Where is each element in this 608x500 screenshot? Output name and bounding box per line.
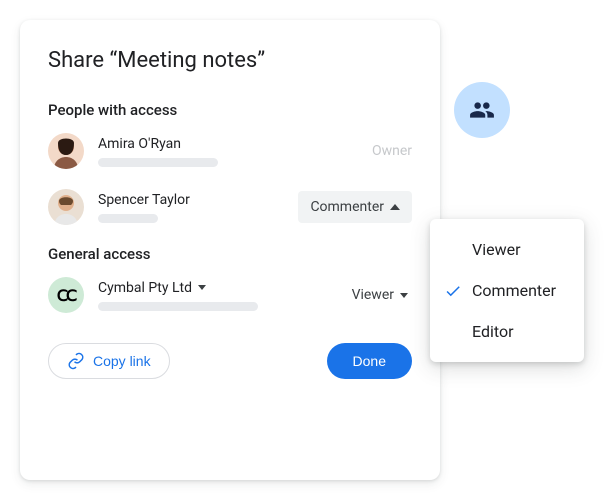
org-scope-selector[interactable]: Cymbal Pty Ltd <box>98 280 352 296</box>
org-info: Cymbal Pty Ltd <box>98 280 352 311</box>
menu-item-editor[interactable]: Editor <box>430 311 584 352</box>
caret-up-icon <box>390 204 400 210</box>
general-role-label: Viewer <box>352 287 394 303</box>
person-row: Spencer Taylor Commenter <box>48 189 412 225</box>
caret-down-icon <box>400 293 408 298</box>
check-icon <box>444 282 462 300</box>
person-info: Amira O'Ryan <box>98 136 372 167</box>
general-access-label: General access <box>48 245 412 263</box>
done-button[interactable]: Done <box>327 343 412 379</box>
people-badge <box>454 82 510 138</box>
menu-item-viewer[interactable]: Viewer <box>430 229 584 270</box>
menu-item-commenter[interactable]: Commenter <box>430 270 584 311</box>
link-icon <box>67 352 85 370</box>
person-info: Spencer Taylor <box>98 192 298 223</box>
org-logo-icon: ⅭⅭ <box>57 286 75 305</box>
avatar <box>48 133 84 169</box>
button-row: Copy link Done <box>48 343 412 379</box>
caret-down-icon <box>198 285 206 290</box>
share-dialog: Share “Meeting notes” People with access… <box>20 20 440 480</box>
role-dropdown-label: Commenter <box>310 199 384 215</box>
menu-item-label: Viewer <box>472 240 521 259</box>
general-role-dropdown[interactable]: Viewer <box>352 287 412 303</box>
role-dropdown[interactable]: Commenter <box>298 191 412 223</box>
person-email-placeholder <box>98 214 158 223</box>
org-name: Cymbal Pty Ltd <box>98 280 192 296</box>
avatar <box>48 189 84 225</box>
role-menu: Viewer Commenter Editor <box>430 219 584 362</box>
people-icon <box>469 97 495 123</box>
org-avatar: ⅭⅭ <box>48 277 84 313</box>
people-with-access-label: People with access <box>48 101 412 119</box>
dialog-title: Share “Meeting notes” <box>48 48 412 73</box>
menu-item-label: Commenter <box>472 281 556 300</box>
person-name: Spencer Taylor <box>98 192 298 208</box>
org-description-placeholder <box>98 302 258 311</box>
copy-link-button[interactable]: Copy link <box>48 343 170 379</box>
copy-link-label: Copy link <box>93 353 151 369</box>
general-access-row: ⅭⅭ Cymbal Pty Ltd Viewer <box>48 277 412 313</box>
person-email-placeholder <box>98 158 218 167</box>
menu-item-label: Editor <box>472 322 513 341</box>
person-name: Amira O'Ryan <box>98 136 372 152</box>
person-row: Amira O'Ryan Owner <box>48 133 412 169</box>
role-owner-label: Owner <box>372 143 412 159</box>
